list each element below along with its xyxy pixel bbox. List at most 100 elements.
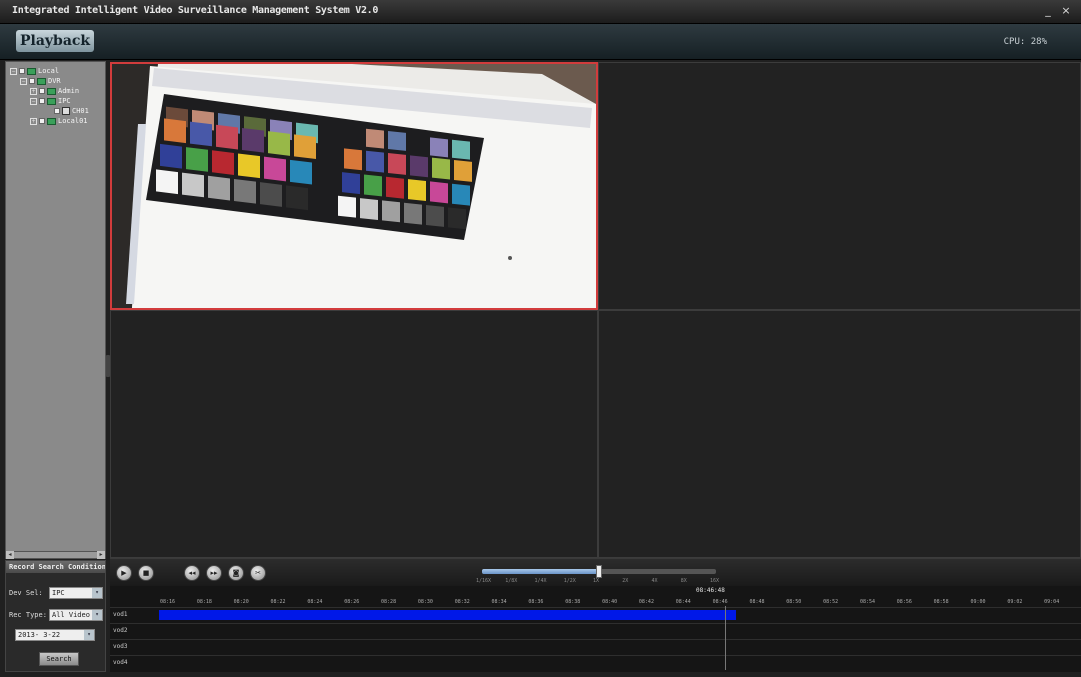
record-timeline[interactable]: 08:46:48 08:16 08:18 08:20 08:22 08:24 08:26 0…: [110, 586, 1081, 672]
close-button[interactable]: ×: [1059, 4, 1073, 18]
record-type-select[interactable]: All Video ▾: [49, 609, 103, 621]
timeline-tick-label: 08:30: [417, 599, 433, 605]
search-button[interactable]: Search: [39, 652, 79, 666]
tree-node-local[interactable]: − Local: [10, 66, 59, 76]
video-pane-2[interactable]: [598, 62, 1081, 310]
recording-segment[interactable]: [158, 610, 737, 620]
scroll-left-icon[interactable]: ◂: [6, 551, 14, 559]
expand-icon[interactable]: +: [30, 117, 37, 125]
channel-track-3[interactable]: vod3: [110, 639, 1081, 653]
channel-label: vod1: [113, 611, 128, 618]
cpu-status: CPU: 28%: [1003, 37, 1047, 47]
snapshot-button[interactable]: ◙: [228, 565, 244, 581]
clip-button[interactable]: ✂: [250, 565, 266, 581]
timeline-tick-label: 08:24: [307, 599, 323, 605]
playhead-line[interactable]: [724, 606, 726, 670]
current-time-readout: 08:46:48: [696, 587, 725, 594]
playback-controls: ▶ ■ ◂◂ ▸▸ ◙ ✂ 1/16X 1/8X 1/4X 1/2X 1X 2X 4X 8X 1…: [110, 558, 1081, 586]
speed-tick-label: 1X: [593, 578, 600, 584]
play-button[interactable]: ▶: [116, 565, 132, 581]
device-select-label: Dev Sel:: [9, 589, 43, 597]
tree-node-label: DVR: [48, 77, 61, 85]
record-search-panel: Record Search Condition Dev Sel: IPC ▾ R…: [5, 560, 106, 672]
tree-node-dvr[interactable]: − DVR: [20, 76, 61, 86]
speed-slider[interactable]: [482, 565, 716, 578]
timeline-tick-label: 08:26: [344, 599, 360, 605]
timeline-tick-label: 08:56: [896, 599, 912, 605]
tree-node-ipc[interactable]: − IPC: [30, 96, 71, 106]
timeline-tick-label: 08:34: [491, 599, 507, 605]
tree-node-label: CH01: [72, 107, 89, 115]
sidebar-scrollbar[interactable]: ◂ ▸: [5, 551, 106, 559]
channel-track-1[interactable]: vod1: [110, 607, 1081, 621]
app-window: Integrated Intelligent Video Surveillanc…: [0, 0, 1081, 677]
tree-node-ch01[interactable]: CH01: [54, 106, 89, 116]
minimize-button[interactable]: _: [1041, 4, 1055, 18]
speed-tick-label: 4X: [651, 578, 658, 584]
timeline-tick-label: 08:36: [528, 599, 544, 605]
chevron-down-icon[interactable]: ▾: [84, 630, 94, 640]
tree-checkbox[interactable]: [39, 88, 45, 94]
tree-checkbox[interactable]: [29, 78, 35, 84]
speed-tick-label: 1/4X: [534, 578, 547, 584]
channel-label: vod4: [113, 659, 128, 666]
device-icon: [47, 117, 56, 125]
speed-tick-label: 1/16X: [476, 578, 492, 584]
timeline-tick-label: 08:38: [565, 599, 581, 605]
channel-track-2[interactable]: vod2: [110, 623, 1081, 637]
timeline-tick-label: 08:54: [859, 599, 876, 605]
fast-button[interactable]: ▸▸: [206, 565, 222, 581]
window-controls: _ ×: [1041, 4, 1073, 18]
search-panel-heading: Record Search Condition: [6, 561, 105, 573]
timeline-tick-label: 08:32: [454, 599, 470, 605]
device-icon: [47, 97, 56, 105]
video-pane-1[interactable]: [110, 62, 598, 310]
title-bar: Integrated Intelligent Video Surveillanc…: [0, 0, 1081, 24]
timeline-tick-label: 08:16: [160, 599, 176, 605]
timeline-tick-label: 08:50: [786, 599, 802, 605]
device-group-icon: [37, 77, 46, 85]
date-value: 2013- 3-22: [18, 631, 61, 639]
speed-slider-thumb[interactable]: [596, 565, 602, 578]
record-type-label: Rec Type:: [9, 611, 47, 619]
tree-checkbox[interactable]: [19, 68, 25, 74]
timeline-tick-label: 08:22: [270, 599, 286, 605]
record-type-value: All Video: [52, 611, 90, 619]
video-pane-4[interactable]: [598, 310, 1081, 558]
timeline-tick-label: 08:46: [712, 599, 728, 605]
channel-label: vod2: [113, 627, 128, 634]
timeline-tick-label: 08:48: [749, 599, 765, 605]
tree-checkbox[interactable]: [54, 108, 60, 114]
record-type-row: Rec Type: All Video ▾: [9, 609, 103, 621]
camera-icon: [62, 107, 70, 115]
timeline-tick-label: 09:00: [970, 599, 986, 605]
date-picker[interactable]: 2013- 3-22 ▾: [15, 629, 95, 641]
tree-node-label: Admin: [58, 87, 80, 95]
timeline-tick-label: 08:52: [823, 599, 839, 605]
stop-button[interactable]: ■: [138, 565, 154, 581]
scroll-right-icon[interactable]: ▸: [97, 551, 105, 559]
tree-checkbox[interactable]: [39, 98, 45, 104]
slow-button[interactable]: ◂◂: [184, 565, 200, 581]
playback-logo: Playback: [16, 30, 95, 52]
timeline-tick-label: 09:02: [1007, 599, 1023, 605]
tree-node-label: IPC: [58, 97, 71, 105]
timeline-tick-label: 08:58: [933, 599, 949, 605]
collapse-icon[interactable]: −: [20, 77, 27, 85]
device-group-icon: [27, 67, 36, 75]
device-select[interactable]: IPC ▾: [49, 587, 103, 599]
tree-node-local01[interactable]: + Local01: [30, 116, 88, 126]
timeline-tick-label: 08:18: [196, 599, 212, 605]
device-select-value: IPC: [52, 589, 65, 597]
tree-node-admin[interactable]: + Admin: [30, 86, 79, 96]
collapse-icon[interactable]: −: [10, 67, 17, 75]
expand-icon[interactable]: +: [30, 87, 37, 95]
chevron-down-icon[interactable]: ▾: [92, 610, 102, 620]
video-pane-3[interactable]: [110, 310, 598, 558]
tree-checkbox[interactable]: [39, 118, 45, 124]
timeline-tick-label: 08:20: [233, 599, 249, 605]
channel-track-4[interactable]: vod4: [110, 655, 1081, 669]
collapse-icon[interactable]: −: [30, 97, 37, 105]
timeline-tick-label: 08:42: [638, 599, 654, 605]
chevron-down-icon[interactable]: ▾: [92, 588, 102, 598]
